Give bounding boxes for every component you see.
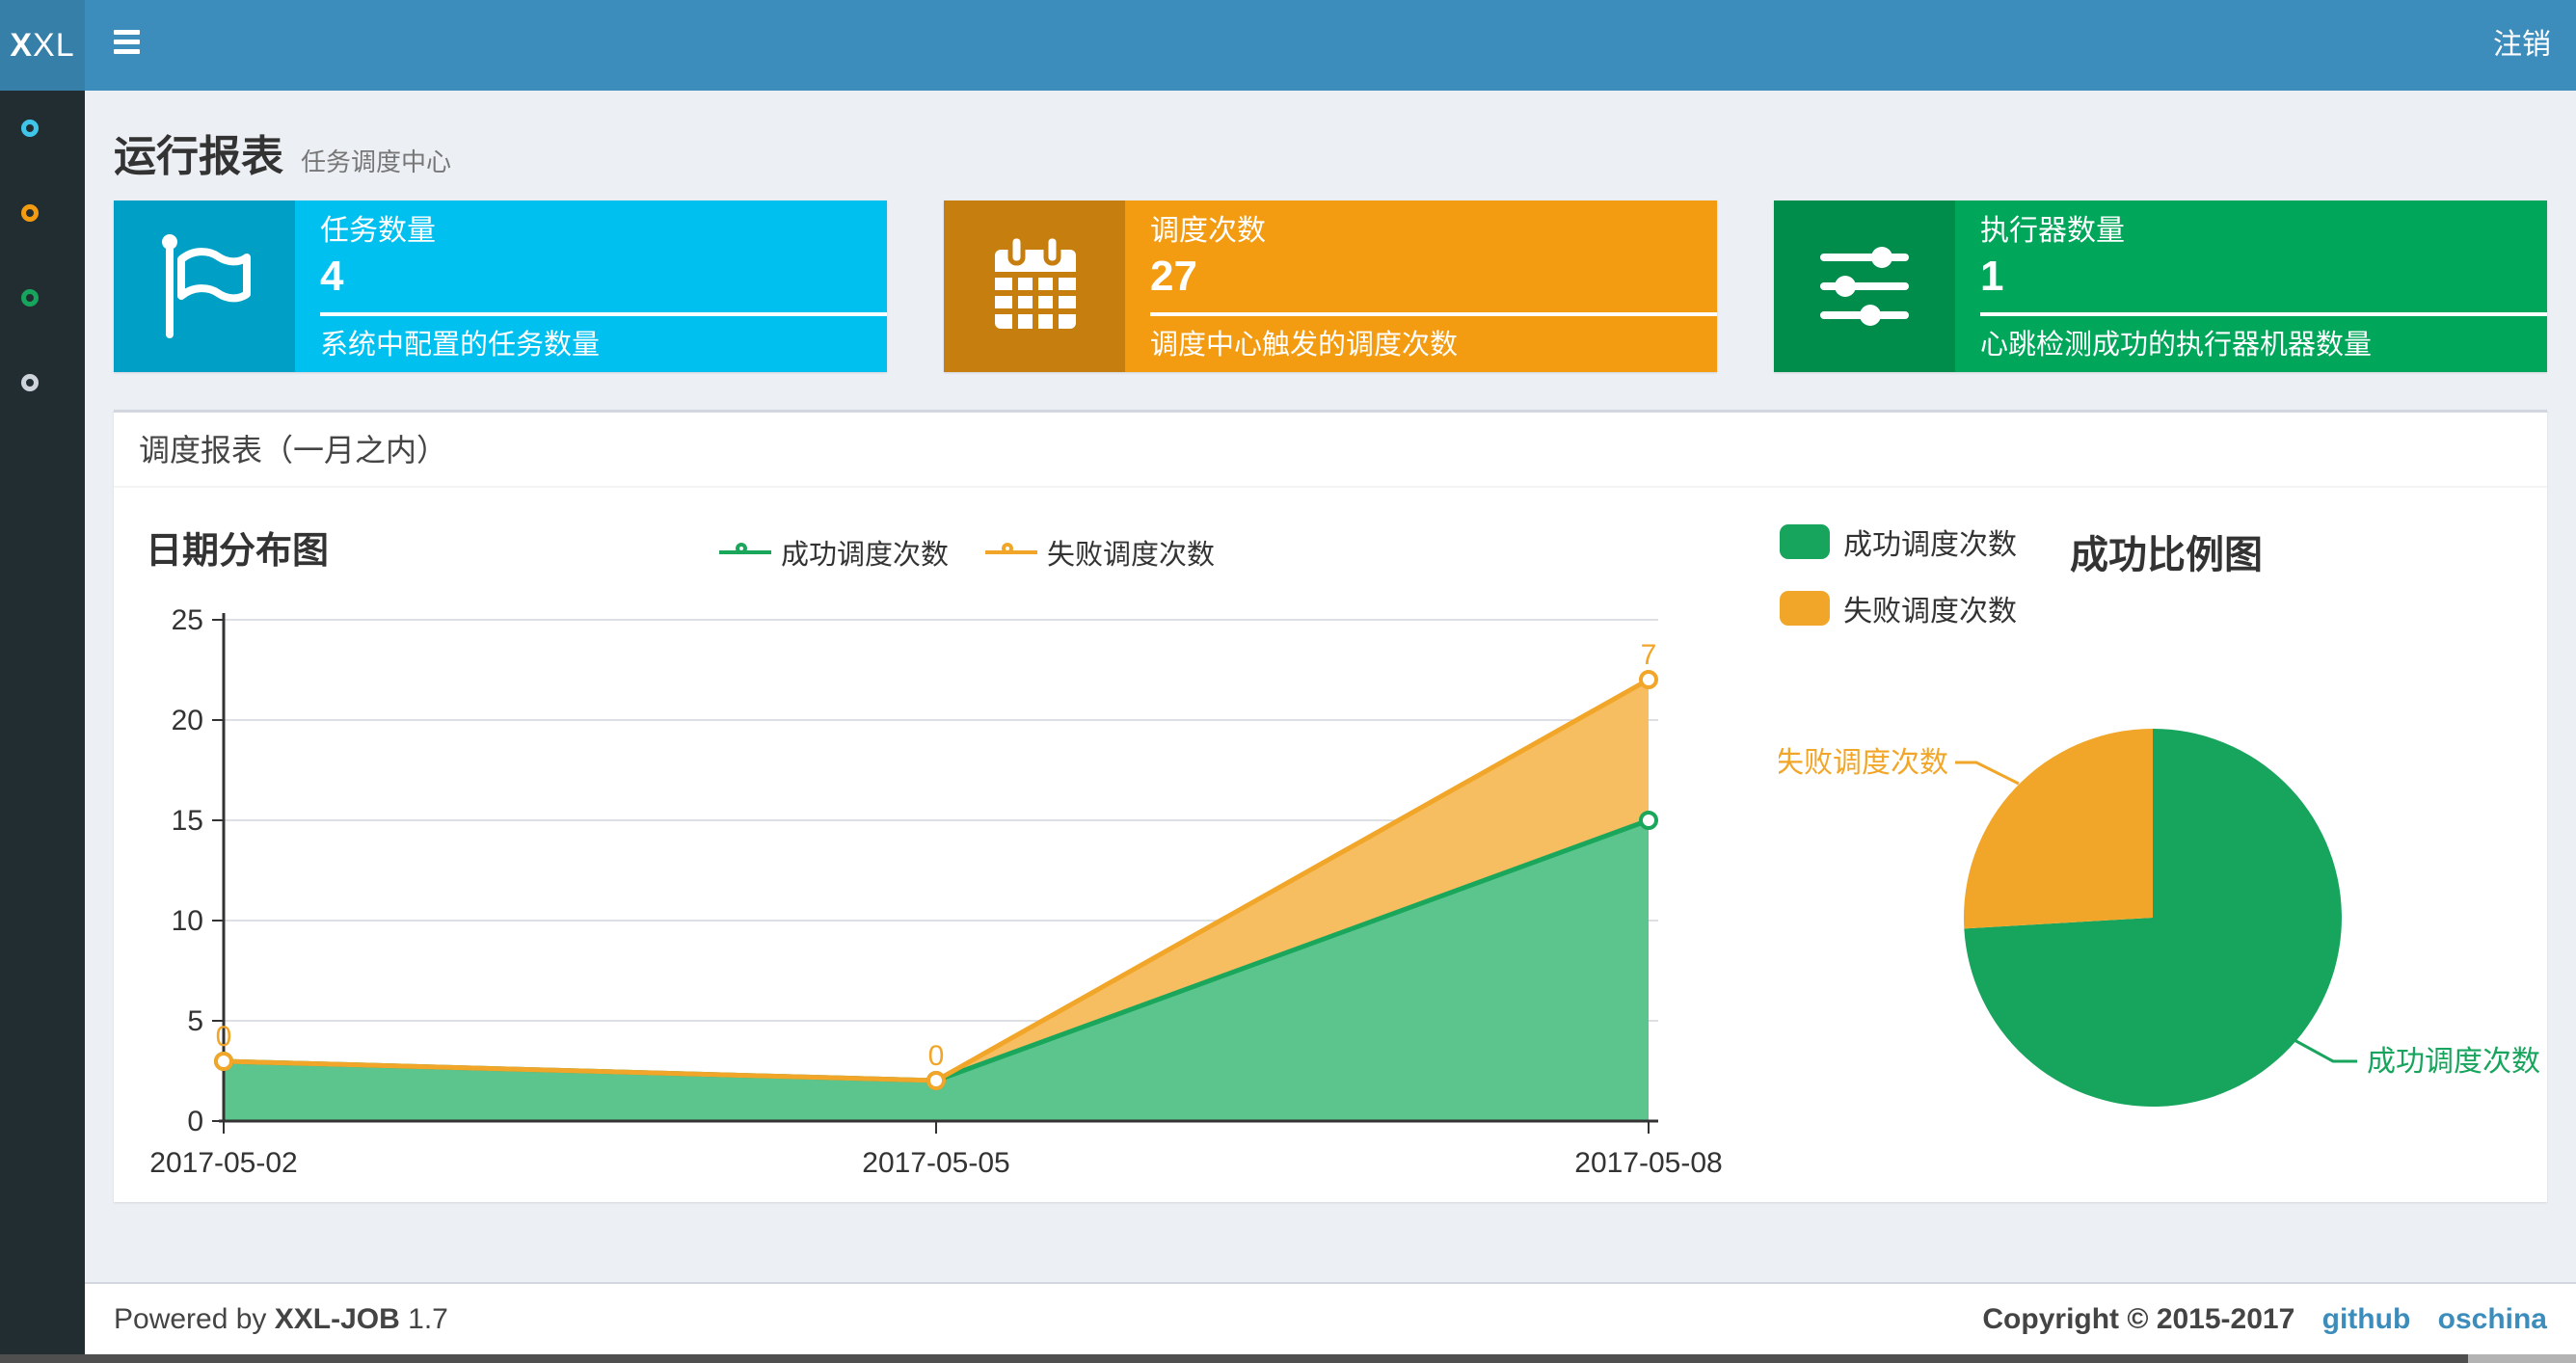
panel-title: 调度报表（一月之内）	[114, 413, 2547, 488]
date-distribution-chart: 0 0 7 0 5 10 15 20 25 2017-05-02 2017-05…	[149, 604, 1722, 1179]
app-logo[interactable]: XXL	[0, 0, 85, 91]
report-panel: 调度报表（一月之内） 日期分布图 成功调度次数 失败调度次数 成功调度次数 失败…	[114, 410, 2547, 1202]
sliders-icon	[1774, 200, 1955, 372]
pie-chart-title: 成功比例图	[2070, 534, 2263, 576]
point-label: 0	[928, 1040, 945, 1072]
fail-point	[1639, 670, 1658, 689]
info-box-description: 心跳检测成功的执行器机器数量	[1980, 330, 2373, 361]
legend-item-success[interactable]: 成功调度次数	[719, 532, 949, 573]
pie-slice-fail[interactable]	[1963, 729, 2153, 929]
info-box-value: 1	[1980, 253, 2004, 300]
horizontal-scrollbar	[0, 1354, 2576, 1363]
fail-point	[926, 1071, 946, 1090]
fail-callout-line	[1955, 761, 2020, 786]
swatch-icon	[1780, 524, 1830, 559]
sidebar-toggle-icon[interactable]	[114, 30, 140, 61]
footer: Powered by XXL-JOB 1.7 Copyright © 2015-…	[85, 1282, 2576, 1355]
y-tick-label: 5	[187, 1005, 203, 1037]
x-tick-label: 2017-05-02	[149, 1147, 297, 1179]
info-box-description: 系统中配置的任务数量	[320, 330, 601, 361]
fail-point	[214, 1052, 233, 1071]
y-tick-label: 20	[172, 705, 203, 736]
copyright: Copyright © 2015-2017 github oschina	[1982, 1303, 2547, 1335]
info-box-label: 任务数量	[320, 215, 436, 247]
success-point	[1639, 811, 1658, 830]
divider	[1980, 312, 2547, 316]
info-box-value: 27	[1150, 253, 1197, 300]
info-box-label: 调度次数	[1150, 215, 1266, 247]
swatch-icon	[1780, 591, 1830, 626]
divider	[320, 312, 887, 316]
line-chart-title: 日期分布图	[146, 531, 330, 572]
sidebar-item-circle-icon[interactable]	[21, 289, 39, 307]
sidebar-item-circle-icon[interactable]	[21, 120, 39, 137]
y-tick-label: 25	[172, 604, 203, 636]
point-label: 0	[216, 1021, 232, 1053]
page-title: 运行报表	[114, 133, 283, 180]
legend-item-success[interactable]: 成功调度次数	[1780, 521, 2017, 563]
info-box-value: 4	[320, 253, 344, 300]
page-heading: 运行报表 任务调度中心	[114, 121, 451, 183]
github-link[interactable]: github	[2322, 1303, 2411, 1335]
oschina-link[interactable]: oschina	[2438, 1303, 2547, 1335]
fail-callout-label: 失败调度次数	[1779, 747, 1948, 779]
line-marker-icon	[719, 543, 771, 562]
top-navbar: XXL 注销	[0, 0, 2576, 91]
info-box-label: 执行器数量	[1980, 215, 2125, 247]
powered-by: Powered by XXL-JOB 1.7	[114, 1303, 448, 1335]
pie-chart-legend: 成功调度次数 失败调度次数	[1780, 521, 2017, 654]
sidebar-item-circle-icon[interactable]	[21, 204, 39, 222]
info-box-executors: 执行器数量 1 心跳检测成功的执行器机器数量	[1774, 200, 2547, 372]
success-callout-line	[2292, 1037, 2357, 1063]
success-callout-label: 成功调度次数	[2367, 1046, 2540, 1078]
logout-link[interactable]: 注销	[2493, 0, 2551, 91]
point-label: 7	[1641, 639, 1657, 671]
success-ratio-pie-chart: 失败调度次数 成功调度次数	[1779, 729, 2540, 1107]
scrollbar-thumb[interactable]	[0, 1354, 2468, 1363]
flag-icon	[114, 200, 295, 372]
page-subtitle: 任务调度中心	[301, 147, 452, 176]
y-tick-label: 15	[172, 805, 203, 837]
calendar-icon	[944, 200, 1125, 372]
line-chart-legend: 成功调度次数 失败调度次数	[719, 532, 1251, 573]
divider	[1150, 312, 1717, 316]
x-tick-label: 2017-05-05	[862, 1147, 1009, 1179]
y-tick-label: 0	[187, 1106, 203, 1137]
info-box-triggers: 调度次数 27 调度中心触发的调度次数	[944, 200, 1717, 372]
legend-item-fail[interactable]: 失败调度次数	[1780, 587, 2017, 629]
info-box-description: 调度中心触发的调度次数	[1150, 330, 1459, 361]
sidebar-item-circle-icon[interactable]	[21, 374, 39, 391]
y-tick-label: 10	[172, 905, 203, 937]
legend-item-fail[interactable]: 失败调度次数	[985, 532, 1215, 573]
x-tick-label: 2017-05-08	[1574, 1147, 1722, 1179]
info-box-jobs: 任务数量 4 系统中配置的任务数量	[114, 200, 887, 372]
sidebar	[0, 91, 85, 1363]
line-marker-icon	[985, 543, 1038, 562]
